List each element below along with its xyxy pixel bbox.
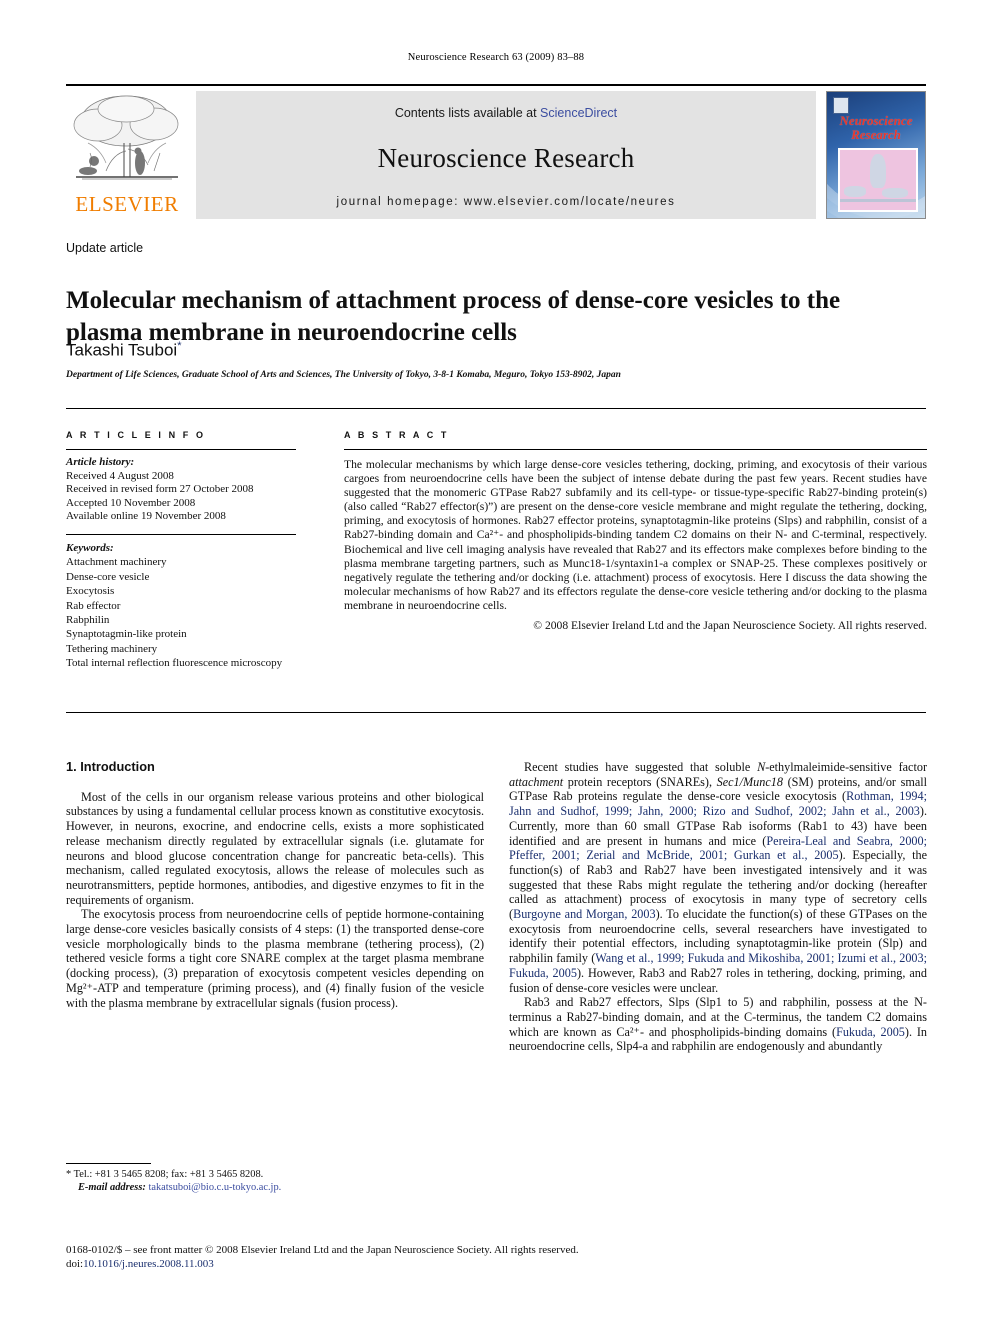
doi-link[interactable]: 10.1016/j.neures.2008.11.003: [83, 1258, 214, 1270]
footnotes-block: * Tel.: +81 3 5465 8208; fax: +81 3 5465…: [66, 1168, 486, 1194]
abstract-heading: A B S T R A C T: [344, 430, 449, 440]
history-item: Received in revised form 27 October 2008: [66, 483, 254, 496]
imprint-issn-line: 0168-0102/$ – see front matter © 2008 El…: [66, 1244, 579, 1256]
citation-link[interactable]: Fukuda, 2005: [836, 1025, 905, 1039]
keyword-item: Total internal reflection fluorescence m…: [66, 657, 283, 670]
journal-cover-thumbnail[interactable]: Neuroscience Research: [826, 91, 926, 219]
elsevier-logo[interactable]: ELSEVIER: [66, 91, 188, 219]
journal-homepage[interactable]: journal homepage: www.elsevier.com/locat…: [196, 196, 816, 208]
cover-neuron-illustration: [838, 148, 918, 212]
cover-journal-title: Neuroscience Research: [827, 114, 925, 142]
contents-prefix: Contents lists available at: [394, 106, 541, 120]
history-item: Received 4 August 2008: [66, 469, 174, 482]
corresponding-author-marker: *: [177, 340, 182, 352]
body-paragraph: The exocytosis process from neuroendocri…: [66, 907, 484, 1010]
body-paragraph: Rab3 and Rab27 effectors, Slps (Slp1 to …: [509, 995, 927, 1054]
contents-available-line: Contents lists available at ScienceDirec…: [196, 106, 816, 120]
author-name: Takashi Tsuboi: [66, 340, 178, 360]
cover-baseline: [840, 199, 916, 202]
imprint-doi-line: doi:10.1016/j.neures.2008.11.003: [66, 1257, 926, 1271]
footnote-separator-rule: [66, 1163, 151, 1164]
article-type-label: Update article: [66, 241, 144, 255]
keyword-item: Synaptotagmin-like protein: [66, 628, 187, 641]
text-run: protein receptors (SNAREs),: [563, 774, 717, 789]
page-title: Molecular mechanism of attachment proces…: [66, 286, 841, 346]
article-info-heading: A R T I C L E I N F O: [66, 430, 206, 440]
text-run-italic: Sec1/Munc18: [716, 774, 783, 789]
footnote-tel: * Tel.: +81 3 5465 8208; fax: +81 3 5465…: [66, 1169, 264, 1180]
text-run: Recent studies have suggested that solub…: [524, 760, 758, 774]
keyword-item: Rab effector: [66, 599, 121, 612]
cover-neuron-body: [870, 154, 886, 188]
info-abstract-bottom-rule: [66, 712, 926, 713]
sciencedirect-link[interactable]: ScienceDirect: [540, 106, 617, 120]
info-abstract-top-rule: [66, 408, 926, 409]
text-run-italic: attachment: [509, 774, 564, 789]
article-history: Article history: Received 4 August 2008 …: [66, 450, 296, 524]
history-item: Accepted 10 November 2008: [66, 496, 196, 509]
elsevier-wordmark: ELSEVIER: [75, 192, 179, 216]
keyword-item: Attachment machinery: [66, 556, 167, 569]
abstract-text: The molecular mechanisms by which large …: [344, 458, 927, 612]
body-column-left: 1. Introduction Most of the cells in our…: [66, 759, 484, 1010]
article-history-label: Article history:: [66, 456, 135, 468]
affiliation: Department of Life Sciences, Graduate Sc…: [66, 370, 621, 380]
cover-neuron-right-branch: [882, 188, 908, 198]
abstract-column: A B S T R A C T The molecular mechanisms…: [344, 430, 927, 632]
keyword-item: Rabphilin: [66, 614, 110, 626]
journal-title: Neuroscience Research: [377, 143, 635, 173]
keyword-item: Exocytosis: [66, 585, 115, 598]
article-info-column: A R T I C L E I N F O Article history: R…: [66, 430, 296, 671]
elsevier-tree-icon: [73, 95, 179, 180]
cover-elsevier-mark-icon: [833, 97, 849, 114]
body-paragraph: Recent studies have suggested that solub…: [509, 760, 927, 995]
body-column-right: Recent studies have suggested that solub…: [509, 760, 927, 1054]
citation-link[interactable]: Burgoyne and Morgan, 2003: [513, 907, 656, 921]
doi-label: doi:: [66, 1258, 84, 1270]
imprint-block: 0168-0102/$ – see front matter © 2008 El…: [66, 1243, 926, 1271]
article-page: Neuroscience Research 63 (2009) 83–88 EL…: [0, 0, 992, 1323]
sciencedirect-band: Contents lists available at ScienceDirec…: [196, 91, 816, 219]
cover-title-line2: Research: [851, 127, 901, 142]
author-list: Takashi Tsuboi*: [66, 340, 181, 361]
text-run-italic: N: [757, 760, 766, 774]
keyword-item: Tethering machinery: [66, 642, 158, 655]
footnote-email: E-mail address: takatsuboi@bio.c.u-tokyo…: [66, 1181, 486, 1194]
section-heading-introduction: 1. Introduction: [66, 759, 155, 774]
cover-neuron-left-branch: [844, 186, 866, 197]
history-item: Available online 19 November 2008: [66, 510, 226, 523]
abstract-copyright: © 2008 Elsevier Ireland Ltd and the Japa…: [533, 619, 927, 633]
journal-masthead: ELSEVIER Contents lists available at Sci…: [66, 84, 926, 219]
cover-title-line1: Neuroscience: [839, 113, 913, 128]
footnote-email-link[interactable]: takatsuboi@bio.c.u-tokyo.ac.jp.: [148, 1182, 281, 1193]
footnote-email-label: E-mail address:: [78, 1182, 146, 1194]
text-run: -ethylmaleimide-sensitive factor: [765, 760, 927, 774]
body-paragraph: Most of the cells in our organism releas…: [66, 789, 484, 907]
running-head: Neuroscience Research 63 (2009) 83–88: [407, 52, 585, 63]
keyword-item: Dense-core vesicle: [66, 570, 150, 583]
keywords-block: Keywords: Attachment machinery Dense-cor…: [66, 535, 296, 671]
keywords-label: Keywords:: [66, 541, 114, 554]
